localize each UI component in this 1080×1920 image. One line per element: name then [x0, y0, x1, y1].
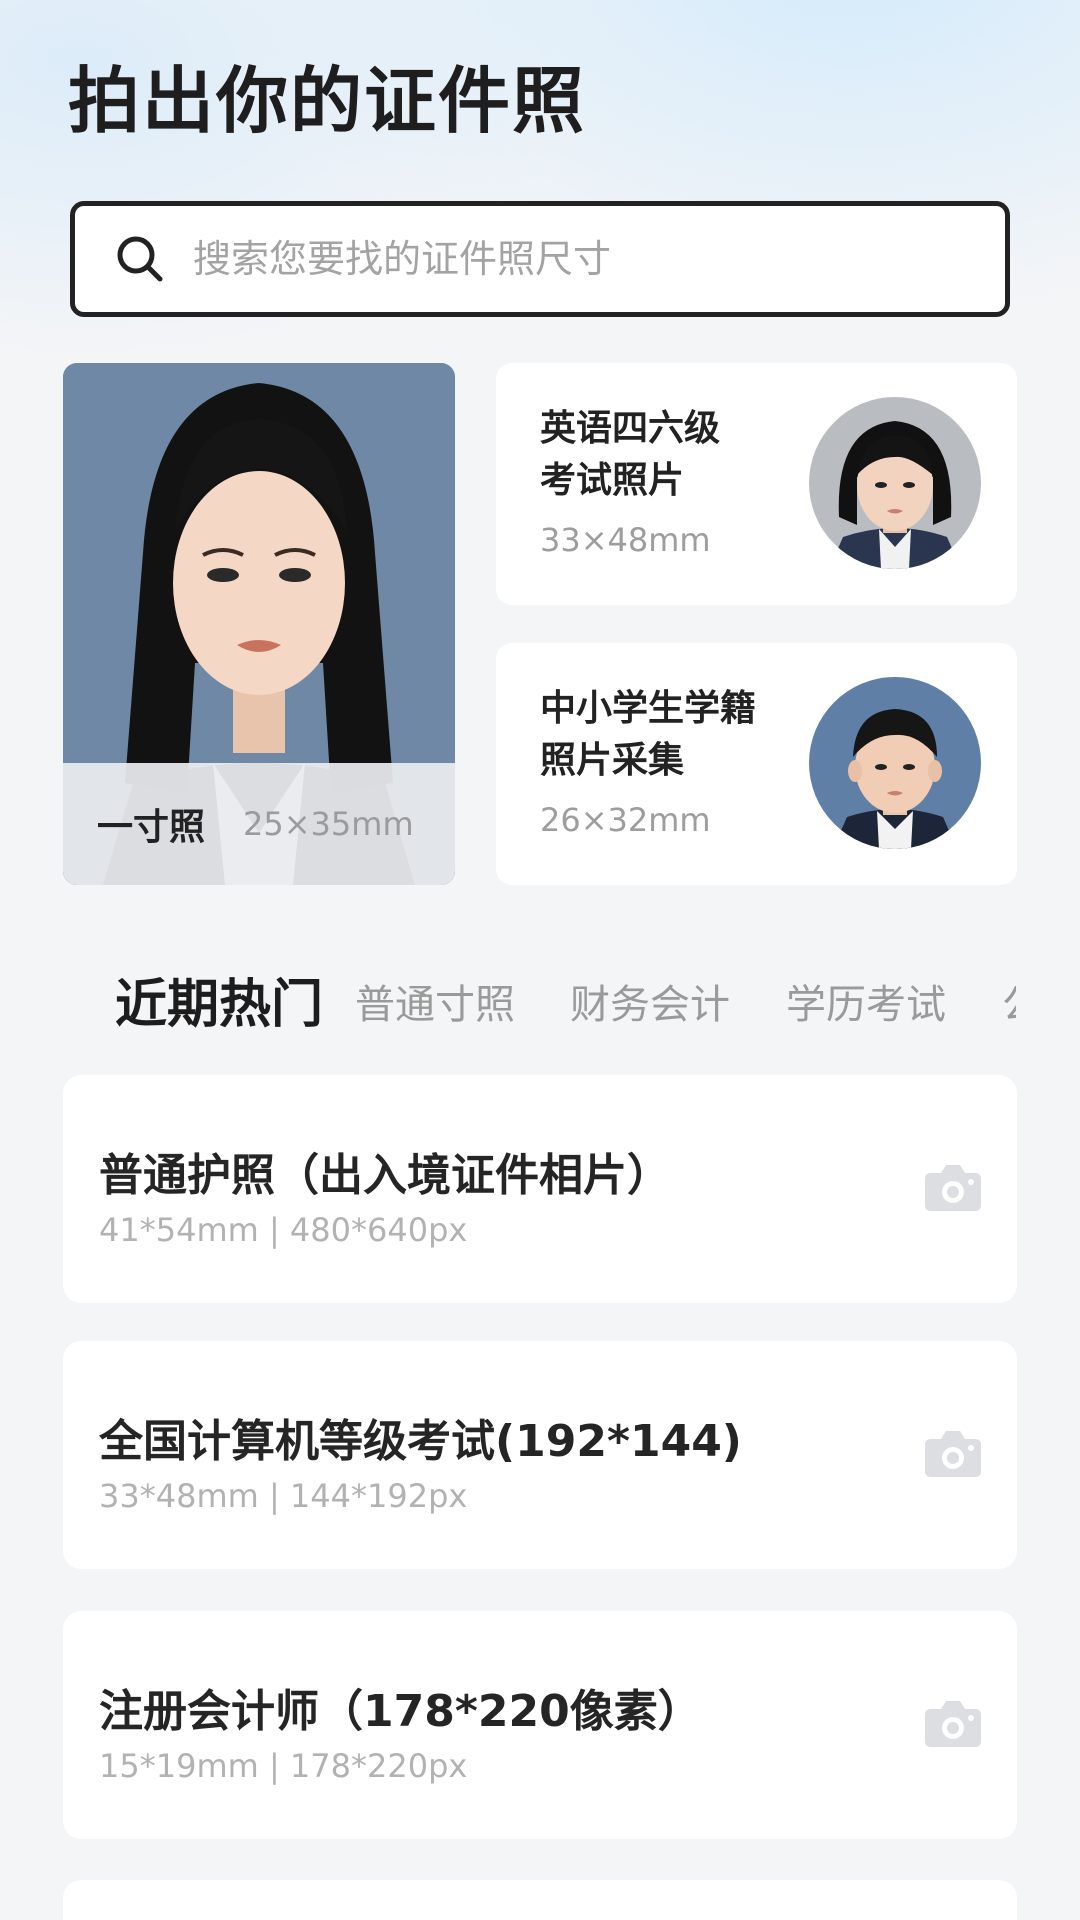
camera-icon[interactable] — [923, 1427, 983, 1479]
featured-card-one-inch[interactable]: 一寸照 25×35mm — [63, 363, 455, 885]
featured-card-title-line2: 照片采集 — [540, 740, 685, 781]
list-item-spec: 41*54mm | 480*640px — [99, 1211, 468, 1249]
tab-recent-hot[interactable]: 近期热门 — [115, 960, 323, 1050]
list-item-spec: 15*19mm | 178*220px — [99, 1747, 468, 1785]
featured-main-caption: 一寸照 25×35mm — [63, 763, 455, 885]
search-input[interactable] — [193, 237, 913, 281]
featured-card-title-line1: 英语四六级 — [540, 408, 721, 449]
camera-icon[interactable] — [923, 1161, 983, 1213]
list-item-title: 注册会计师（178*220像素） — [99, 1686, 702, 1737]
featured-card-cet[interactable]: 英语四六级 考试照片 33×48mm — [496, 363, 1017, 605]
featured-main-size: 25×35mm — [243, 805, 414, 843]
category-tabs: 近期热门 普通寸照 财务会计 学历考试 公 — [0, 960, 1016, 1050]
list-item[interactable]: 全国计算机等级考试(192*144) 33*48mm | 144*192px — [63, 1341, 1017, 1569]
tab-standard[interactable]: 普通寸照 — [355, 960, 515, 1050]
featured-main-name: 一寸照 — [97, 807, 206, 848]
avatar — [809, 397, 981, 569]
featured-card-title: 中小学生学籍 照片采集 — [540, 683, 800, 787]
list-item-title: 普通护照（出入境证件相片） — [99, 1150, 671, 1201]
tab-education[interactable]: 学历考试 — [786, 960, 946, 1050]
featured-card-size: 26×32mm — [540, 801, 711, 839]
list-item-title: 全国计算机等级考试(192*144) — [99, 1416, 742, 1467]
list-item[interactable]: 普通护照（出入境证件相片） 41*54mm | 480*640px — [63, 1075, 1017, 1303]
page: 拍出你的证件照 搜索您要找的证件照尺寸 一寸照 25×35mm 英语四六级 考试… — [0, 0, 1080, 1920]
search-icon — [117, 236, 163, 282]
avatar — [809, 677, 981, 849]
search-bar[interactable] — [70, 201, 1010, 317]
list-item-spec: 33*48mm | 144*192px — [99, 1477, 468, 1515]
featured-card-size: 33×48mm — [540, 521, 711, 559]
list-item[interactable]: 注册会计师（178*220像素） 15*19mm | 178*220px — [63, 1611, 1017, 1839]
camera-icon[interactable] — [923, 1697, 983, 1749]
tab-finance[interactable]: 财务会计 — [570, 960, 730, 1050]
featured-card-title: 英语四六级 考试照片 — [540, 403, 800, 507]
featured-card-title-line2: 考试照片 — [540, 460, 685, 501]
featured-card-title-line1: 中小学生学籍 — [540, 688, 757, 729]
tab-more[interactable]: 公 — [1002, 960, 1016, 1050]
list-item[interactable] — [63, 1880, 1017, 1920]
featured-card-student[interactable]: 中小学生学籍 照片采集 26×32mm — [496, 643, 1017, 885]
page-title: 拍出你的证件照 — [68, 59, 587, 143]
